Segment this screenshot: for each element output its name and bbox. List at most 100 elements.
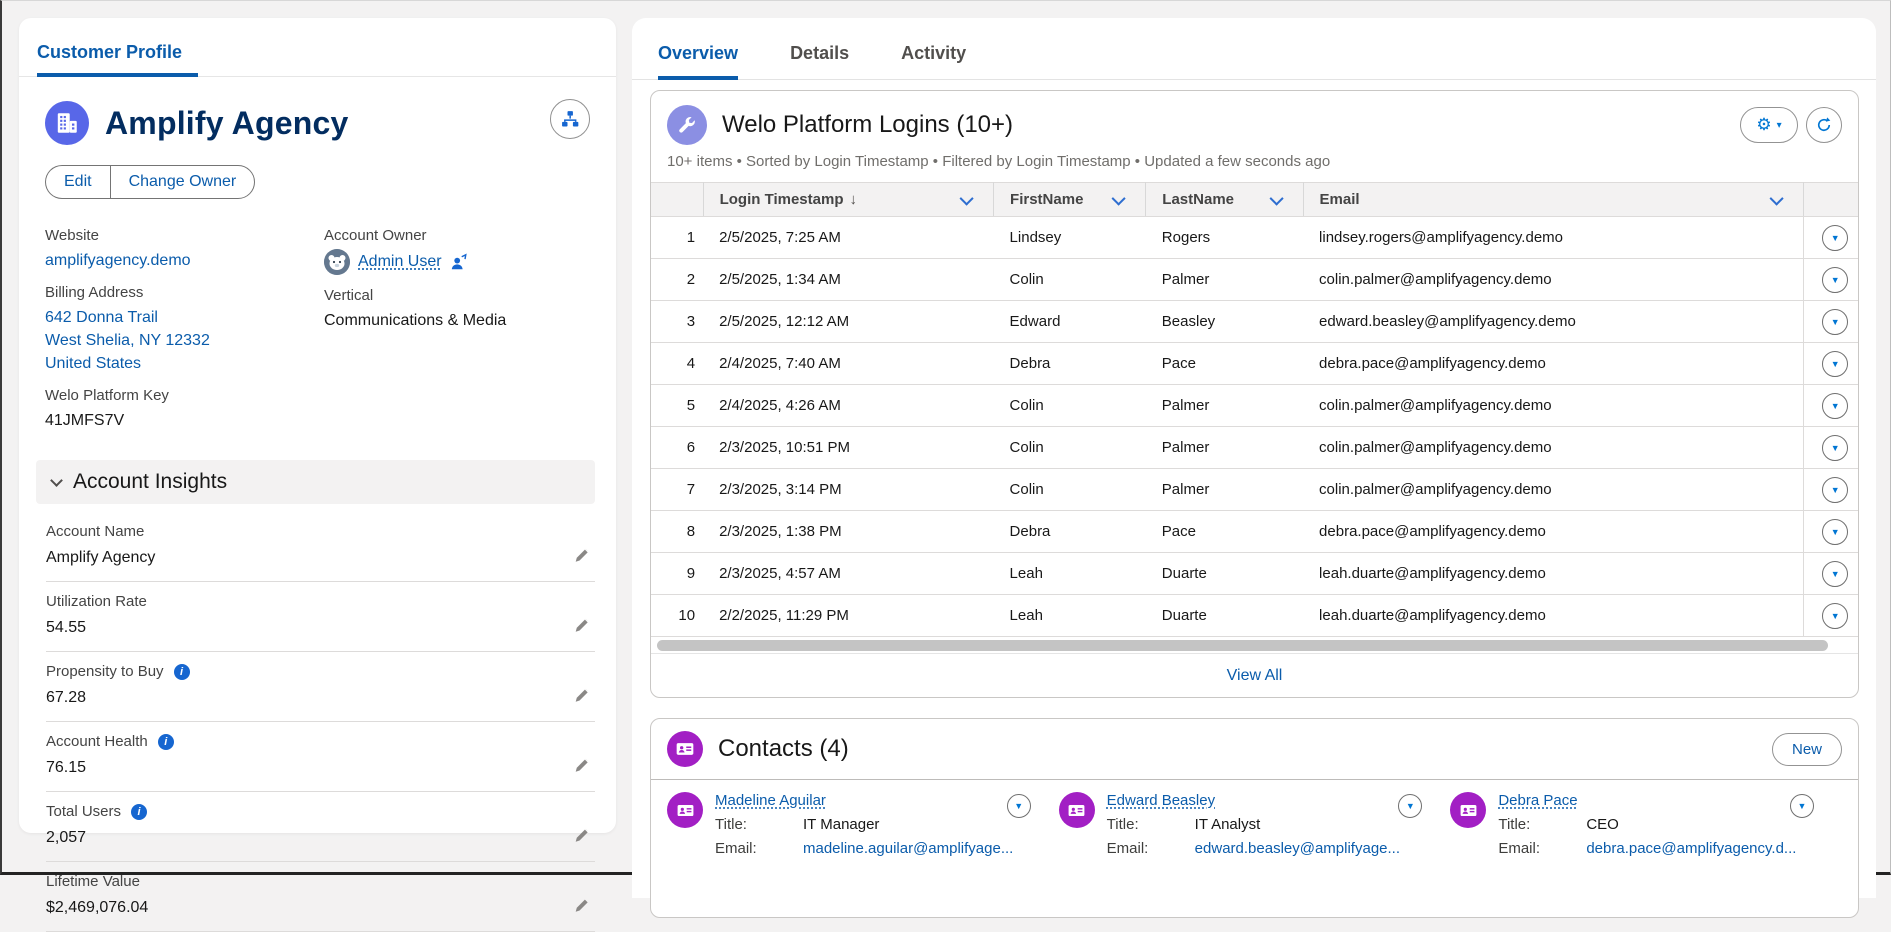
contact-avatar-icon bbox=[1059, 792, 1095, 828]
logins-table-header: Login Timestamp ↓ FirstName LastName Ema… bbox=[651, 183, 1858, 217]
view-all-link[interactable]: View All bbox=[1227, 667, 1283, 685]
account-hierarchy-button[interactable] bbox=[550, 99, 590, 139]
account-icon bbox=[45, 101, 89, 145]
contact-email-link[interactable]: edward.beasley@amplifyage... bbox=[1195, 840, 1400, 857]
login-row: 2 2/5/2025, 1:34 AM Colin Palmer colin.p… bbox=[651, 259, 1858, 301]
vertical-field: Vertical Communications & Media bbox=[324, 287, 590, 332]
contact-name-link[interactable]: Edward Beasley bbox=[1107, 792, 1215, 809]
tab-activity[interactable]: Activity bbox=[901, 43, 966, 76]
insight-field-value: 54.55 bbox=[46, 616, 595, 639]
column-header-label: Login Timestamp bbox=[720, 191, 844, 208]
contact-email-link[interactable]: madeline.aguilar@amplifyage... bbox=[803, 840, 1013, 857]
caret-down-icon: ▾ bbox=[1777, 120, 1782, 131]
new-contact-button[interactable]: New bbox=[1772, 733, 1842, 766]
tab-details[interactable]: Details bbox=[790, 43, 849, 76]
contact-tile: Edward Beasley ▼ Title:IT Analyst Email:… bbox=[1059, 792, 1451, 857]
contact-email-link[interactable]: debra.pace@amplifyagency.d... bbox=[1586, 840, 1796, 857]
contact-actions-button[interactable]: ▼ bbox=[1007, 794, 1031, 818]
list-settings-button[interactable]: ⚙ ▾ bbox=[1740, 107, 1798, 143]
billing-line-1[interactable]: 642 Donna Trail bbox=[45, 309, 158, 326]
row-number: 1 bbox=[651, 217, 703, 259]
change-owner-button[interactable]: Change Owner bbox=[110, 165, 256, 199]
row-actions-button[interactable]: ▼ bbox=[1822, 435, 1848, 461]
lastname-cell: Duarte bbox=[1146, 595, 1303, 637]
row-actions-button[interactable]: ▼ bbox=[1822, 519, 1848, 545]
info-icon[interactable]: i bbox=[158, 734, 174, 750]
edit-button[interactable]: Edit bbox=[45, 165, 110, 199]
billing-line-3[interactable]: United States bbox=[45, 355, 141, 372]
account-name-title: Amplify Agency bbox=[105, 105, 348, 142]
row-number: 6 bbox=[651, 427, 703, 469]
firstname-cell: Leah bbox=[994, 595, 1146, 637]
firstname-cell: Lindsey bbox=[994, 217, 1146, 259]
account-action-buttons: Edit Change Owner bbox=[45, 165, 255, 199]
row-number-header bbox=[651, 183, 703, 217]
record-tabs: Overview Details Activity bbox=[632, 18, 1876, 80]
firstname-cell: Debra bbox=[994, 343, 1146, 385]
platform-key-label: Welo Platform Key bbox=[45, 387, 324, 404]
row-actions-button[interactable]: ▼ bbox=[1822, 561, 1848, 587]
billing-address-field: Billing Address 642 Donna Trail West She… bbox=[45, 284, 324, 375]
row-actions-button[interactable]: ▼ bbox=[1822, 351, 1848, 377]
login-timestamp-cell: 2/4/2025, 4:26 AM bbox=[703, 385, 993, 427]
billing-line-2[interactable]: West Shelia, NY 12332 bbox=[45, 332, 210, 349]
edit-pencil-icon[interactable] bbox=[573, 686, 591, 709]
contact-actions-button[interactable]: ▼ bbox=[1398, 794, 1422, 818]
contact-actions-button[interactable]: ▼ bbox=[1790, 794, 1814, 818]
column-menu-chevron-icon[interactable] bbox=[1770, 191, 1784, 205]
logins-card-meta: 10+ items • Sorted by Login Timestamp • … bbox=[651, 147, 1858, 182]
row-actions-button[interactable]: ▼ bbox=[1822, 309, 1848, 335]
column-menu-chevron-icon[interactable] bbox=[960, 191, 974, 205]
row-number: 8 bbox=[651, 511, 703, 553]
info-icon[interactable]: i bbox=[174, 664, 190, 680]
refresh-icon bbox=[1815, 116, 1833, 134]
login-timestamp-cell: 2/5/2025, 1:34 AM bbox=[703, 259, 993, 301]
column-menu-chevron-icon[interactable] bbox=[1112, 191, 1126, 205]
owner-avatar bbox=[324, 249, 350, 275]
scrollbar-thumb[interactable] bbox=[657, 640, 1828, 651]
row-number: 3 bbox=[651, 301, 703, 343]
edit-pencil-icon[interactable] bbox=[573, 826, 591, 849]
account-insights-section-header[interactable]: Account Insights bbox=[36, 460, 595, 504]
tab-overview[interactable]: Overview bbox=[658, 43, 738, 80]
insight-field-label: Propensity to Buy bbox=[46, 663, 164, 680]
tab-customer-profile[interactable]: Customer Profile bbox=[37, 42, 198, 77]
website-link[interactable]: amplifyagency.demo bbox=[45, 252, 191, 269]
info-icon[interactable]: i bbox=[131, 804, 147, 820]
logins-card-icon bbox=[667, 105, 707, 145]
row-actions-button[interactable]: ▼ bbox=[1822, 477, 1848, 503]
insight-field-value: 67.28 bbox=[46, 686, 595, 709]
column-header[interactable]: Email bbox=[1303, 183, 1804, 217]
row-actions-button[interactable]: ▼ bbox=[1822, 267, 1848, 293]
edit-pencil-icon[interactable] bbox=[573, 896, 591, 919]
email-cell: colin.palmer@amplifyagency.demo bbox=[1303, 259, 1804, 301]
column-header[interactable]: FirstName bbox=[994, 183, 1146, 217]
contact-title-label: Title: bbox=[1107, 816, 1195, 833]
row-actions-button[interactable]: ▼ bbox=[1822, 603, 1848, 629]
contact-title-value: IT Analyst bbox=[1195, 816, 1261, 833]
refresh-button[interactable] bbox=[1806, 107, 1842, 143]
login-timestamp-cell: 2/4/2025, 7:40 AM bbox=[703, 343, 993, 385]
customer-profile-panel: Customer Profile Amplify Agency Edit Cha… bbox=[19, 18, 616, 833]
login-timestamp-cell: 2/5/2025, 7:25 AM bbox=[703, 217, 993, 259]
owner-link[interactable]: Admin User bbox=[358, 253, 442, 271]
email-cell: colin.palmer@amplifyagency.demo bbox=[1303, 469, 1804, 511]
insight-field-label: Total Users bbox=[46, 803, 121, 820]
lastname-cell: Pace bbox=[1146, 343, 1303, 385]
contact-tile: Debra Pace ▼ Title:CEO Email:debra.pace@… bbox=[1450, 792, 1842, 857]
column-header[interactable]: Login Timestamp ↓ bbox=[703, 183, 993, 217]
hierarchy-icon bbox=[560, 109, 580, 129]
change-owner-icon[interactable] bbox=[450, 253, 468, 271]
column-header[interactable]: LastName bbox=[1146, 183, 1303, 217]
contact-name-link[interactable]: Debra Pace bbox=[1498, 792, 1577, 809]
row-actions-button[interactable]: ▼ bbox=[1822, 393, 1848, 419]
row-actions-button[interactable]: ▼ bbox=[1822, 225, 1848, 251]
insight-field-value: 76.15 bbox=[46, 756, 595, 779]
edit-pencil-icon[interactable] bbox=[573, 546, 591, 569]
column-menu-chevron-icon[interactable] bbox=[1269, 191, 1283, 205]
logins-card-title: Welo Platform Logins (10+) bbox=[722, 111, 1013, 139]
billing-address-label: Billing Address bbox=[45, 284, 324, 301]
edit-pencil-icon[interactable] bbox=[573, 616, 591, 639]
contact-name-link[interactable]: Madeline Aguilar bbox=[715, 792, 826, 809]
edit-pencil-icon[interactable] bbox=[573, 756, 591, 779]
